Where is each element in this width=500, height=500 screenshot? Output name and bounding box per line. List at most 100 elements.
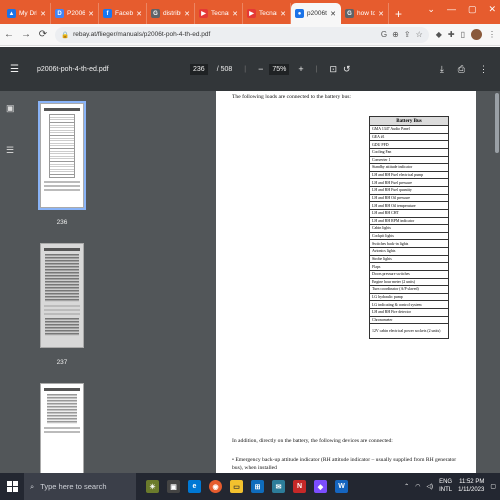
bullet-text: • Emergency back-up attitude indicator (… [232,457,457,472]
tab-close-icon[interactable]: ✕ [184,10,190,18]
start-button[interactable] [0,473,24,500]
tab-favicon-icon: ▲ [7,9,16,18]
puzzle-icon[interactable]: ✚ [448,30,455,39]
table-cell: LH and RH Fuel quantity [369,186,449,195]
edge-icon[interactable]: e [188,480,201,493]
tab-search-icon[interactable]: ⌄ [427,4,435,15]
outline-view-icon[interactable]: ☰ [6,145,14,156]
browser-tab[interactable]: DP2006TSuppl✕ [51,3,99,24]
tab-close-icon[interactable]: ✕ [280,10,286,18]
sidebar-toggle-icon[interactable]: ▯ [461,30,465,39]
browser-tab[interactable]: fFacebook✕ [99,3,147,24]
rotate-icon[interactable]: ↺ [343,64,351,75]
table-cell: LH and RH Oil pressure [369,193,449,203]
browser-tab-strip: ▲My Drive✕DP2006TSuppl✕fFacebook✕Gdistri… [0,0,500,24]
table-cell: Cabin lights [369,224,449,233]
browser-tab[interactable]: ▶Tecnam P20✕ [195,3,243,24]
file-explorer-icon[interactable]: ▭ [230,480,243,493]
extension-icon[interactable]: ◆ [436,30,442,39]
new-tab-button[interactable]: + [389,3,408,24]
tab-label: distribution [163,10,181,17]
forward-button[interactable]: → [21,29,31,40]
word-icon[interactable]: W [335,480,348,493]
network-icon[interactable]: ◠ [415,483,420,490]
window-controls: ⌄ — ▢ ✕ [427,4,496,15]
thumbnails-view-icon[interactable]: ▣ [6,103,15,114]
pdf-viewer[interactable]: The following loads are connected to the… [113,91,500,473]
clock[interactable]: 11:52 PM 1/11/2023 [458,479,484,495]
back-button[interactable]: ← [4,29,14,40]
thumbnail-label: 236 [56,219,68,226]
taskbar-search-box[interactable]: ⌕ Type here to search [24,473,136,500]
tab-close-icon[interactable]: ✕ [136,10,142,18]
page-thumbnail-238[interactable] [40,383,84,475]
table-row: LG indicating & control system [369,300,449,309]
store-icon[interactable]: ⊞ [251,480,264,493]
tab-close-icon[interactable]: ✕ [330,10,336,18]
tab-favicon-icon: ● [295,9,304,18]
task-view-icon[interactable]: ▣ [167,480,180,493]
chevron-up-icon[interactable]: ⌃ [404,483,409,490]
table-row: 12V cabin electrical power sockets (2 un… [369,323,449,340]
page-thumbnail-236[interactable] [38,101,86,210]
profile-avatar[interactable] [471,29,482,40]
table-cell: 12V cabin electrical power sockets (2 un… [369,323,449,340]
browser-tab[interactable]: ●p2006t-poh✕ [291,3,341,24]
browser-tab[interactable]: ▲My Drive✕ [3,3,51,24]
table-row: Switches back-in lights [369,239,449,248]
google-icon[interactable]: G [381,30,387,39]
browser-tab[interactable]: ▶Tecnam p2✕ [243,3,291,24]
table-row: Cooling Fan [369,147,449,157]
tab-label: P2006TSuppl [67,10,86,17]
zoom-out-button[interactable]: − [258,64,263,74]
tab-close-icon[interactable]: ✕ [88,10,94,18]
system-tray: ⌃ ◠ ◁) ENG INTL 11:52 PM 1/11/2023 ▢ [404,473,496,500]
vertical-scrollbar[interactable] [495,93,499,153]
print-icon[interactable]: ⎙ [458,64,465,75]
table-cell: GMA 1347 Audio Panel [369,125,449,134]
table-cell: Turn coordinator (A/P slaved) [369,285,449,294]
volume-icon[interactable]: ◁) [426,483,433,490]
fit-page-icon[interactable]: ⊡ [329,64,337,75]
pdf-title: p2006t-poh-4-th-ed.pdf [36,65,109,73]
table-cell: GDU PFD [369,140,449,149]
more-options-icon[interactable]: ⋮ [479,64,488,75]
address-bar[interactable]: 🔒 rebay.at/flieger/manuals/p2006t-poh-4-… [55,26,429,43]
browser-tab[interactable]: Gdistribution✕ [147,3,195,24]
download-icon[interactable]: ⤓ [440,64,444,75]
bookmark-star-icon[interactable]: ☆ [416,30,423,39]
weather-app-icon[interactable]: ☀ [146,480,159,493]
minimize-button[interactable]: — [447,4,456,15]
table-row: LG hydraulic pump [369,292,449,302]
tab-close-icon[interactable]: ✕ [378,10,384,18]
chrome-icon[interactable]: ◉ [209,480,222,493]
notification-icon[interactable]: ▢ [490,483,496,490]
tab-close-icon[interactable]: ✕ [232,10,238,18]
maximize-button[interactable]: ▢ [468,4,477,15]
zoom-in-button[interactable]: + [298,64,303,74]
tab-favicon-icon: G [345,9,354,18]
url-text: rebay.at/flieger/manuals/p2006t-poh-4-th… [73,31,211,38]
browser-tab[interactable]: Ghow to scre✕ [341,3,389,24]
table-cell: GEA #1 [369,132,449,142]
zoom-icon[interactable]: ⊕ [392,30,399,39]
page-number-input[interactable]: 236 [190,63,208,75]
netflix-icon[interactable]: N [293,480,306,493]
mail-icon[interactable]: ✉ [272,480,285,493]
hamburger-menu-icon[interactable]: ☰ [10,64,19,75]
share-icon[interactable]: ⇪ [404,30,411,39]
zoom-input[interactable]: 75% [269,63,290,75]
table-cell: Chronometer [369,315,449,325]
browser-menu-icon[interactable]: ⋮ [488,30,496,39]
app-icon[interactable]: ◆ [314,480,327,493]
tab-close-icon[interactable]: ✕ [40,10,46,18]
page-thumbnail-237[interactable] [40,243,84,348]
thumbnail-sidebar: ▣ ☰ 236 237 [0,91,113,475]
table-row: Cabin lights [369,224,449,233]
close-window-button[interactable]: ✕ [488,4,496,15]
table-row: LH and RH Oil pressure [369,193,449,203]
language-indicator[interactable]: ENG INTL [439,479,452,495]
reload-button[interactable]: ⟳ [38,29,48,40]
table-row: Turn coordinator (A/P slaved) [369,285,449,294]
battery-bus-table: Battery Bus GMA 1347 Audio Panel GEA #1 GD… [369,116,449,340]
